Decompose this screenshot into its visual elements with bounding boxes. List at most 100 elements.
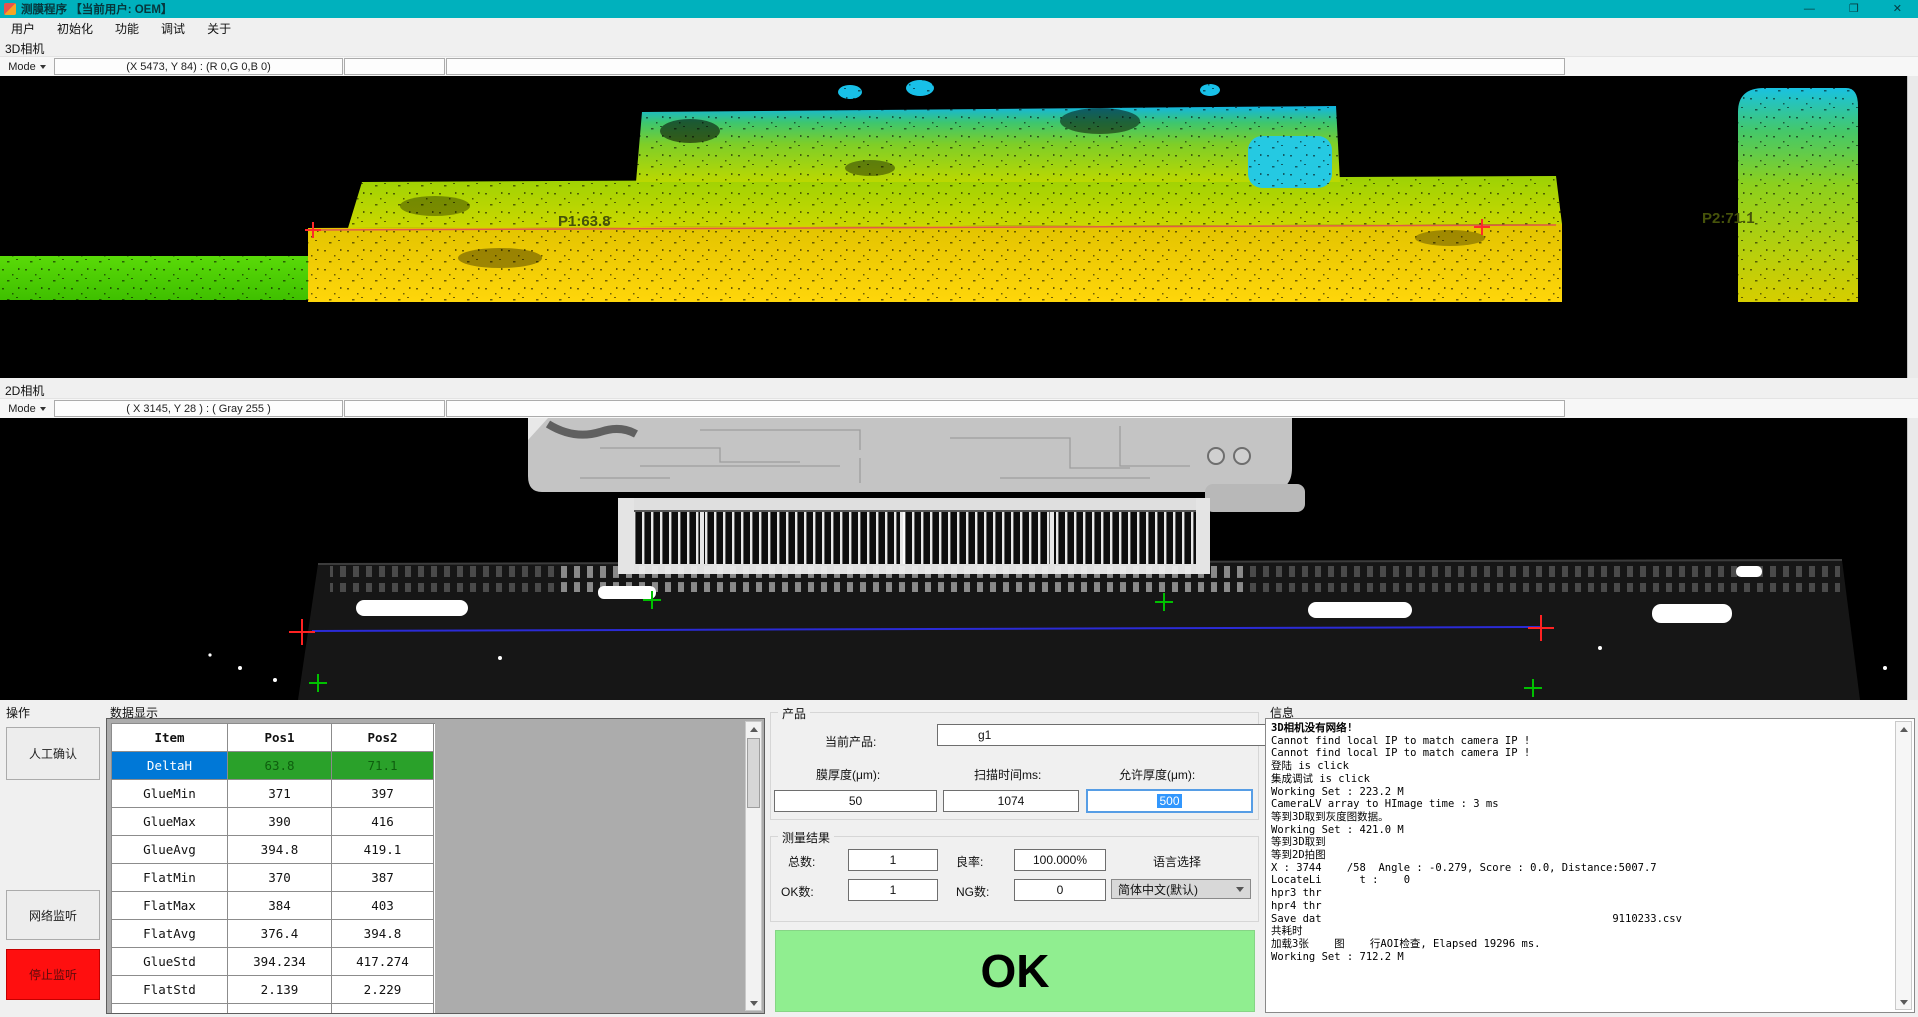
table-row[interactable]: GlueMax 390 416: [112, 808, 435, 836]
camera2d-mode-dropdown[interactable]: Mode: [0, 399, 54, 418]
log-line: 集成调试 is click: [1271, 773, 1894, 786]
result-status-badge: OK: [775, 930, 1255, 1012]
menu-init[interactable]: 初始化: [46, 18, 104, 39]
allowed-thickness-input[interactable]: 500: [1086, 789, 1253, 813]
log-line: 等到2D拍图: [1271, 849, 1894, 862]
log-line: Working Set : 223.2 M: [1271, 786, 1894, 799]
table-row[interactable]: X 2583.5 7966.7: [112, 1004, 435, 1014]
ok-count-input[interactable]: 1: [848, 879, 938, 901]
language-select-label: 语言选择: [1153, 853, 1201, 870]
chevron-down-icon: [40, 407, 46, 411]
window-title: 测膜程序 【当前用户: OEM】: [21, 1, 172, 17]
log-line: Cannot find local IP to match camera IP …: [1271, 747, 1894, 760]
chevron-down-icon: [1236, 887, 1244, 892]
row-item: FlatMin: [112, 864, 228, 892]
camera3d-scrollbar[interactable]: [1907, 76, 1918, 378]
log-line: LocateLi t : 0: [1271, 874, 1894, 887]
product-group-label: 产品: [778, 705, 810, 722]
log-line: hpr4 thr: [1271, 900, 1894, 913]
menu-function[interactable]: 功能: [104, 18, 150, 39]
data-display-panel: Item Pos1 Pos2 DeltaH 63.8 71.1 GlueMin …: [106, 718, 765, 1014]
manual-confirm-button[interactable]: 人工确认: [6, 727, 100, 780]
scrollbar-thumb[interactable]: [747, 738, 760, 808]
table-row[interactable]: GlueStd 394.234 417.274: [112, 948, 435, 976]
table-row[interactable]: FlatMax 384 403: [112, 892, 435, 920]
scan-time-label: 扫描时间ms:: [974, 766, 1041, 783]
yield-label: 良率:: [956, 853, 983, 870]
camera2d-toolbar: Mode ( X 3145, Y 28 ) : ( Gray 255 ): [0, 398, 1918, 418]
log-line: Save dat 9110233.csv: [1271, 913, 1894, 926]
col-pos1: Pos1: [228, 724, 332, 752]
row-item: FlatStd: [112, 976, 228, 1004]
row-pos2: 417.274: [332, 948, 434, 976]
scan-time-input[interactable]: 1074: [943, 790, 1079, 812]
row-item: GlueStd: [112, 948, 228, 976]
table-row[interactable]: FlatAvg 376.4 394.8: [112, 920, 435, 948]
table-row[interactable]: GlueAvg 394.8 419.1: [112, 836, 435, 864]
table-scrollbar[interactable]: [745, 721, 762, 1011]
row-pos1: 63.8: [228, 752, 332, 780]
scroll-down-icon[interactable]: [1896, 995, 1911, 1009]
col-pos2: Pos2: [332, 724, 434, 752]
ng-count-input[interactable]: 0: [1014, 879, 1106, 901]
row-pos1: 394.8: [228, 836, 332, 864]
network-listen-button[interactable]: 网络监听: [6, 890, 100, 940]
camera3d-view[interactable]: P1:63.8 P2:71.1: [0, 76, 1918, 378]
row-pos1: 384: [228, 892, 332, 920]
camera3d-pixel-status: (X 5473, Y 84) : (R 0,G 0,B 0): [54, 58, 343, 75]
table-row[interactable]: FlatStd 2.139 2.229: [112, 976, 435, 1004]
film-thickness-input[interactable]: 50: [774, 790, 937, 812]
current-product-label: 当前产品:: [825, 733, 876, 750]
yield-input[interactable]: 100.000%: [1014, 849, 1106, 871]
row-item: X: [112, 1004, 228, 1014]
log-line: 等到3D取到灰度图数据。: [1271, 811, 1894, 824]
camera2d-status-empty-2: [446, 400, 1565, 417]
camera3d-status-empty-2: [446, 58, 1565, 75]
results-group: 测量结果 总数: 1 良率: 100.000% 语言选择 OK数: 1 NG数:…: [770, 836, 1259, 922]
scroll-up-icon[interactable]: [1896, 722, 1911, 736]
total-count-input[interactable]: 1: [848, 849, 938, 871]
row-pos2: 71.1: [332, 752, 434, 780]
menu-about[interactable]: 关于: [196, 18, 242, 39]
row-item: GlueMin: [112, 780, 228, 808]
log-line: Working Set : 712.2 M: [1271, 951, 1894, 964]
row-pos1: 2.139: [228, 976, 332, 1004]
camera3d-label: 3D相机: [5, 40, 44, 57]
scroll-down-icon[interactable]: [746, 996, 761, 1010]
allowed-thickness-label: 允许厚度(μm):: [1119, 766, 1195, 783]
row-pos2: 397: [332, 780, 434, 808]
app-window: 测膜程序 【当前用户: OEM】 — ❐ ✕ 用户 初始化 功能 调试 关于 3…: [0, 0, 1918, 1017]
stop-listen-button[interactable]: 停止监听: [6, 949, 100, 1000]
row-pos1: 371: [228, 780, 332, 808]
log-scrollbar[interactable]: [1895, 721, 1912, 1010]
maximize-button[interactable]: ❐: [1849, 0, 1859, 18]
film-thickness-label: 膜厚度(μm):: [816, 766, 880, 783]
chevron-down-icon: [40, 65, 46, 69]
results-group-label: 测量结果: [778, 829, 834, 846]
ng-count-label: NG数:: [956, 883, 989, 900]
row-pos2: 7966.7: [332, 1004, 434, 1014]
menu-user[interactable]: 用户: [0, 18, 46, 39]
log-line: 3D相机没有网络!: [1271, 722, 1894, 735]
table-row[interactable]: GlueMin 371 397: [112, 780, 435, 808]
camera2d-view[interactable]: [0, 418, 1918, 700]
scroll-up-icon[interactable]: [746, 722, 761, 736]
language-dropdown[interactable]: 简体中文(默认): [1111, 879, 1251, 899]
product-group: 产品 当前产品: g1 膜厚度(μm): 扫描时间ms: 允许厚度(μm): 5…: [770, 712, 1259, 820]
current-product-input[interactable]: g1: [937, 724, 1293, 746]
camera3d-mode-dropdown[interactable]: Mode: [0, 57, 54, 76]
menu-debug[interactable]: 调试: [150, 18, 196, 39]
row-pos2: 419.1: [332, 836, 434, 864]
minimize-button[interactable]: —: [1804, 0, 1815, 18]
table-row[interactable]: FlatMin 370 387: [112, 864, 435, 892]
row-pos1: 390: [228, 808, 332, 836]
table-row[interactable]: DeltaH 63.8 71.1: [112, 752, 435, 780]
row-item: GlueAvg: [112, 836, 228, 864]
camera3d-mode-label: Mode: [8, 61, 36, 73]
close-button[interactable]: ✕: [1893, 0, 1902, 18]
row-item: FlatAvg: [112, 920, 228, 948]
camera2d-scrollbar[interactable]: [1907, 418, 1918, 700]
row-item: GlueMax: [112, 808, 228, 836]
log-line: 登陆 is click: [1271, 760, 1894, 773]
row-pos2: 416: [332, 808, 434, 836]
